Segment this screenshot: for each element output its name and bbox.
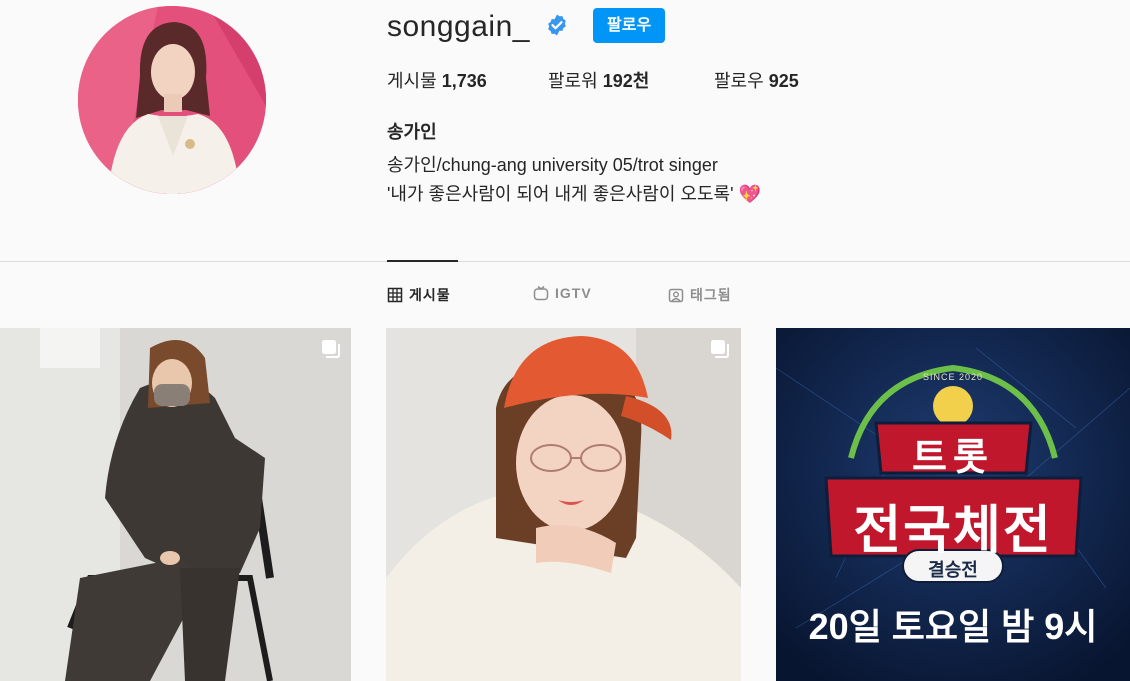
stat-value: 1,736 xyxy=(441,71,487,91)
igtv-icon xyxy=(533,285,549,301)
tab-tagged[interactable]: 태그됨 xyxy=(668,285,732,305)
tabs-divider xyxy=(0,261,1130,262)
follow-button[interactable]: 팔로우 xyxy=(593,8,666,43)
stat-label: 게시물 xyxy=(387,71,437,91)
graphic-title-2: 전국체전 xyxy=(853,502,1053,560)
username: songgain_ xyxy=(387,10,530,43)
tab-posts[interactable]: 게시물 xyxy=(387,285,451,305)
bio-text: '내가 좋은사람이 되어 내게 좋은사람이 오도록' xyxy=(387,184,734,204)
graphic-bottom-text: 20일 토요일 밤 9시 xyxy=(808,606,1098,647)
profile-avatar[interactable] xyxy=(78,6,266,194)
bio-name: 송가인 xyxy=(387,122,437,142)
post-thumbnail-1[interactable] xyxy=(0,328,351,681)
stat-posts[interactable]: 게시물 1,736 xyxy=(387,68,487,94)
graphic-since-text: SINCE 2020 xyxy=(922,372,984,382)
stat-value: 925 xyxy=(768,71,799,91)
post-photo-2 xyxy=(386,328,741,681)
tab-label: 태그됨 xyxy=(690,287,732,303)
sparkling-heart-emoji: 💖 xyxy=(738,184,761,204)
verified-badge-icon xyxy=(548,14,566,36)
post-photo-1 xyxy=(0,328,351,681)
tab-label: IGTV xyxy=(555,285,592,301)
graphic-title-1: 트롯 xyxy=(912,437,994,479)
tab-igtv[interactable]: IGTV xyxy=(533,285,592,301)
bio-line-1: 송가인/chung-ang university 05/trot singer xyxy=(387,155,718,175)
stat-value: 192천 xyxy=(602,71,650,91)
stat-label: 팔로워 xyxy=(548,71,598,91)
bio-line-2: '내가 좋은사람이 되어 내게 좋은사람이 오도록' 💖 xyxy=(387,180,761,206)
post-thumbnail-2[interactable] xyxy=(386,328,741,681)
multiple-photos-icon xyxy=(711,340,729,358)
post-thumbnail-3[interactable]: SINCE 2020 트롯 전국체전 결승전 20일 토요일 밤 9시 xyxy=(776,328,1130,681)
graphic-badge: 결승전 xyxy=(928,560,978,580)
multiple-photos-icon xyxy=(322,340,340,358)
stat-followers[interactable]: 팔로워 192천 xyxy=(548,68,649,94)
stat-following[interactable]: 팔로우 925 xyxy=(714,68,799,94)
tagged-icon xyxy=(668,288,684,303)
grid-icon xyxy=(387,287,403,303)
tab-label: 게시물 xyxy=(409,287,451,303)
stat-label: 팔로우 xyxy=(714,71,764,91)
active-tab-indicator xyxy=(387,260,458,262)
